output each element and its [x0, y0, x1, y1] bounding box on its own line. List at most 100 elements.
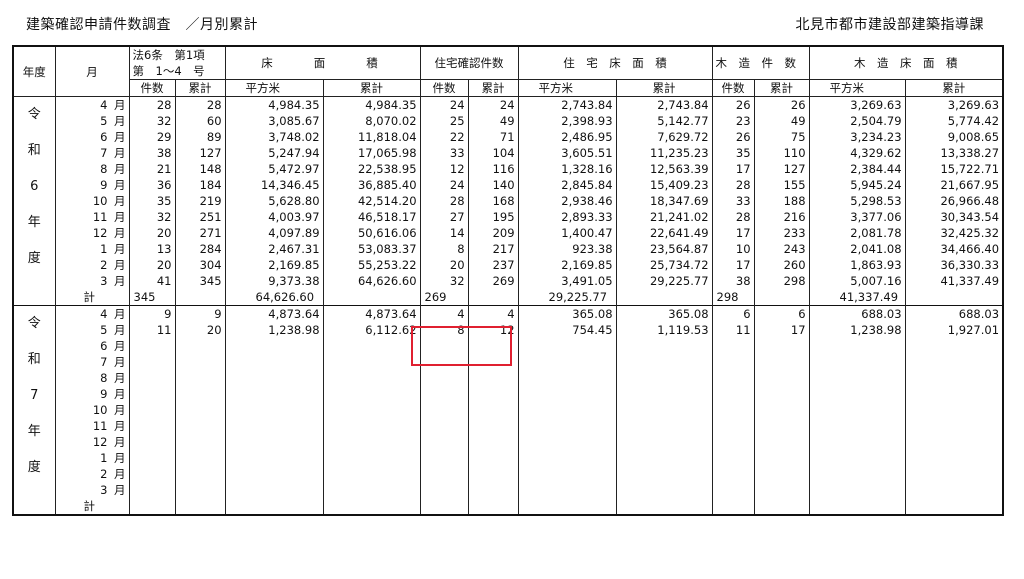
month-number: 4 — [100, 98, 108, 112]
data-cell: 12 — [419, 161, 469, 177]
data-cell — [128, 482, 176, 498]
data-cell: 7,629.72 — [615, 129, 713, 145]
data-cell: 2,504.79 — [808, 113, 906, 129]
fiscal-year-char: 6 — [30, 179, 39, 194]
data-cell: 2,384.44 — [808, 161, 906, 177]
data-cell — [467, 354, 519, 370]
data-cell — [224, 450, 324, 466]
data-cell — [711, 482, 755, 498]
data-cell — [808, 354, 906, 370]
data-cell — [904, 370, 1005, 386]
data-cell — [904, 450, 1005, 466]
col-count: 件数 — [128, 79, 176, 97]
month-unit: 月 — [114, 387, 126, 401]
data-cell — [753, 466, 810, 482]
data-cell: 1,863.93 — [808, 257, 906, 273]
data-cell: 1,238.98 — [224, 322, 324, 338]
data-cell — [322, 338, 421, 354]
data-cell — [174, 370, 226, 386]
total-cell — [517, 498, 617, 515]
data-cell: 345 — [174, 273, 226, 289]
data-cell: 20 — [419, 257, 469, 273]
data-cell: 32,425.32 — [904, 225, 1005, 241]
data-cell — [419, 434, 469, 450]
month-number: 8 — [100, 371, 108, 385]
month-unit: 月 — [114, 403, 126, 417]
data-cell — [174, 450, 226, 466]
data-cell: 2,893.33 — [517, 209, 617, 225]
total-cell: 41,337.49 — [808, 289, 906, 306]
month-cell: 1月 — [54, 450, 130, 466]
col-count: 件数 — [711, 79, 755, 97]
data-cell: 4,873.64 — [224, 305, 324, 322]
data-cell: 195 — [467, 209, 519, 225]
data-cell: 27 — [419, 209, 469, 225]
total-cell — [753, 498, 810, 515]
data-cell: 28 — [174, 96, 226, 113]
data-cell: 116 — [467, 161, 519, 177]
data-cell — [419, 354, 469, 370]
data-cell — [419, 338, 469, 354]
total-label: 計 — [54, 289, 130, 306]
data-cell — [322, 466, 421, 482]
data-cell — [615, 418, 713, 434]
data-cell — [904, 418, 1005, 434]
data-cell: 2,743.84 — [615, 96, 713, 113]
data-cell: 11 — [711, 322, 755, 338]
total-cell — [711, 498, 755, 515]
data-cell — [615, 434, 713, 450]
month-cell: 4月 — [54, 305, 130, 322]
data-cell: 284 — [174, 241, 226, 257]
data-cell — [711, 418, 755, 434]
month-number: 7 — [100, 146, 108, 160]
data-cell: 21 — [128, 161, 176, 177]
housing-floor-area-header: 住 宅 床 面 積 — [517, 45, 713, 80]
data-cell: 49 — [467, 113, 519, 129]
data-cell — [904, 402, 1005, 418]
data-cell: 21,667.95 — [904, 177, 1005, 193]
wooden-count-header: 木 造 件 数 — [711, 45, 810, 80]
total-cell: 298 — [711, 289, 755, 306]
data-cell — [419, 450, 469, 466]
data-cell: 25,734.72 — [615, 257, 713, 273]
data-cell — [808, 386, 906, 402]
data-cell: 26 — [711, 96, 755, 113]
data-cell — [322, 354, 421, 370]
data-cell: 20 — [174, 322, 226, 338]
data-cell: 1,119.53 — [615, 322, 713, 338]
building-permit-table: 年度 月 法6条 第1項 床 面 積 住宅確認件数 住 宅 床 面 積 木 造 … — [12, 45, 1005, 516]
data-cell — [753, 402, 810, 418]
fiscal-year-char: 和 — [27, 352, 41, 367]
data-cell: 2,845.84 — [517, 177, 617, 193]
data-cell: 28 — [128, 96, 176, 113]
data-cell: 89 — [174, 129, 226, 145]
data-cell — [711, 338, 755, 354]
data-cell: 42,514.20 — [322, 193, 421, 209]
data-cell — [467, 482, 519, 498]
data-cell — [467, 466, 519, 482]
data-cell — [517, 450, 617, 466]
month-cell: 11 月 — [54, 418, 130, 434]
month-number: 9 — [100, 178, 108, 192]
data-cell: 64,626.60 — [322, 273, 421, 289]
data-cell — [419, 370, 469, 386]
data-cell: 6 — [711, 305, 755, 322]
data-cell: 34,466.40 — [904, 241, 1005, 257]
col-sqm: 平方米 — [517, 79, 617, 97]
month-unit: 月 — [114, 114, 126, 128]
data-cell: 17 — [711, 257, 755, 273]
data-cell: 2,169.85 — [224, 257, 324, 273]
month-unit: 月 — [114, 98, 126, 112]
law6-header-line2: 第 1～4 号 — [128, 63, 226, 80]
month-cell: 11 月 — [54, 209, 130, 225]
data-cell: 35 — [711, 145, 755, 161]
month-number: 6 — [100, 130, 108, 144]
table-row: 令和 6 年度 4 月 28 28 4,984.35 4,984.35 24 24 2,743.84 2… — [12, 96, 1005, 306]
data-cell — [128, 418, 176, 434]
data-cell: 36,330.33 — [904, 257, 1005, 273]
fiscal-year-label: 令和 6 年度 — [12, 96, 56, 306]
data-cell: 104 — [467, 145, 519, 161]
data-cell — [322, 418, 421, 434]
total-label: 計 — [54, 498, 130, 515]
data-cell: 688.03 — [904, 305, 1005, 322]
